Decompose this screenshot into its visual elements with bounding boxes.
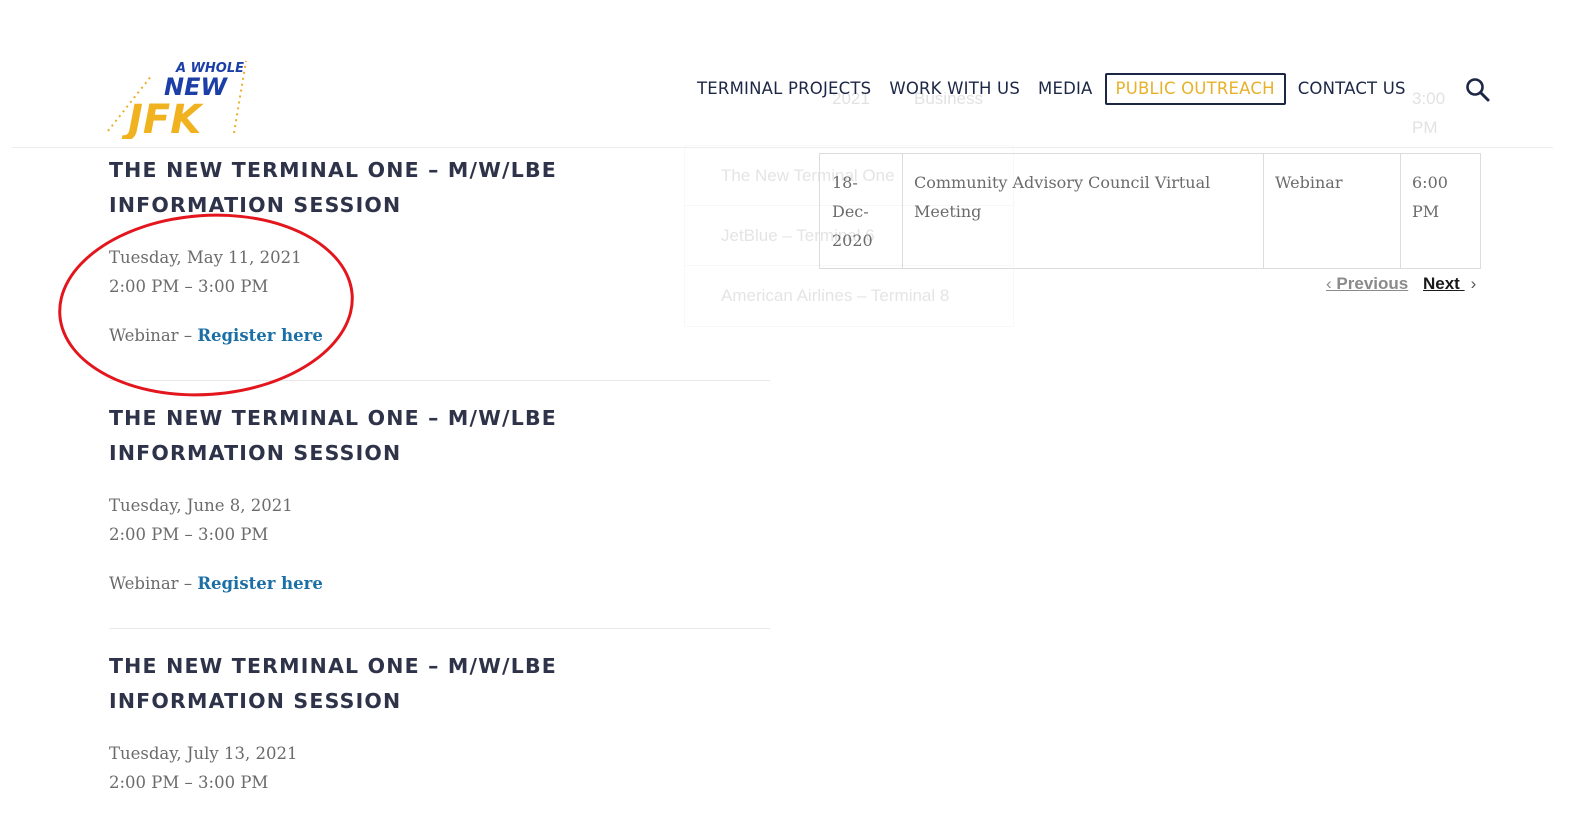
search-icon: [1466, 78, 1490, 102]
header-divider: [12, 147, 1553, 148]
event-divider: [109, 628, 770, 629]
table-row-date-1: 18-: [832, 173, 858, 192]
nav-media[interactable]: MEDIA: [1029, 72, 1102, 106]
register-link[interactable]: Register here: [197, 574, 323, 593]
site-header: A WHOLE NEW JFK TERMINAL PROJECTS WORK W…: [0, 0, 1577, 150]
site-logo[interactable]: A WHOLE NEW JFK: [106, 57, 252, 143]
search-button[interactable]: [1464, 76, 1492, 104]
column-divider: [1400, 154, 1401, 268]
next-page-link[interactable]: Next ›: [1423, 274, 1476, 294]
table-row-time-2: PM: [1412, 202, 1440, 221]
table-row-venue: Webinar: [1275, 173, 1343, 192]
table-row-title-1: Community Advisory Council Virtual: [914, 173, 1211, 192]
chevron-left-icon: ‹: [1326, 274, 1332, 293]
event-title: THE NEW TERMINAL ONE – M/W/LBE INFORMATI…: [109, 406, 558, 465]
event-title: THE NEW TERMINAL ONE – M/W/LBE INFORMATI…: [109, 158, 558, 217]
column-divider: [1263, 154, 1264, 268]
column-divider: [902, 154, 903, 268]
nav-terminal-projects[interactable]: TERMINAL PROJECTS: [688, 72, 880, 106]
table-row-title-2: Meeting: [914, 202, 982, 221]
logo-graphic: A WHOLE NEW JFK: [107, 60, 247, 143]
event-time: 2:00 PM – 3:00 PM: [109, 525, 269, 544]
event-item: THE NEW TERMINAL ONE – M/W/LBE INFORMATI…: [109, 649, 769, 797]
events-table: 18- Dec- 2020 Community Advisory Council…: [819, 153, 1481, 269]
table-row-date-3: 2020: [832, 231, 873, 250]
previous-label: Previous: [1336, 274, 1409, 293]
nav-public-outreach[interactable]: PUBLIC OUTREACH: [1104, 73, 1286, 105]
next-label: Next: [1423, 274, 1460, 293]
previous-page-link[interactable]: ‹ Previous: [1326, 274, 1408, 294]
event-title: THE NEW TERMINAL ONE – M/W/LBE INFORMATI…: [109, 654, 558, 713]
nav-contact-us[interactable]: CONTACT US: [1289, 72, 1415, 106]
event-date: Tuesday, July 13, 2021: [109, 744, 298, 763]
event-date: Tuesday, June 8, 2021: [109, 496, 293, 515]
main-nav: TERMINAL PROJECTS WORK WITH US MEDIA PUB…: [688, 72, 1415, 106]
nav-work-with-us[interactable]: WORK WITH US: [880, 72, 1029, 106]
logo-line-3: JFK: [121, 97, 204, 139]
chevron-right-icon: ›: [1470, 274, 1477, 293]
table-row-time-1: 6:00: [1412, 173, 1448, 192]
venue-prefix: Webinar –: [109, 574, 198, 593]
table-row-date-2: Dec-: [832, 202, 869, 221]
event-time: 2:00 PM – 3:00 PM: [109, 773, 269, 792]
event-item: THE NEW TERMINAL ONE – M/W/LBE INFORMATI…: [109, 401, 769, 598]
event-venue: Webinar – Register here: [109, 569, 769, 598]
